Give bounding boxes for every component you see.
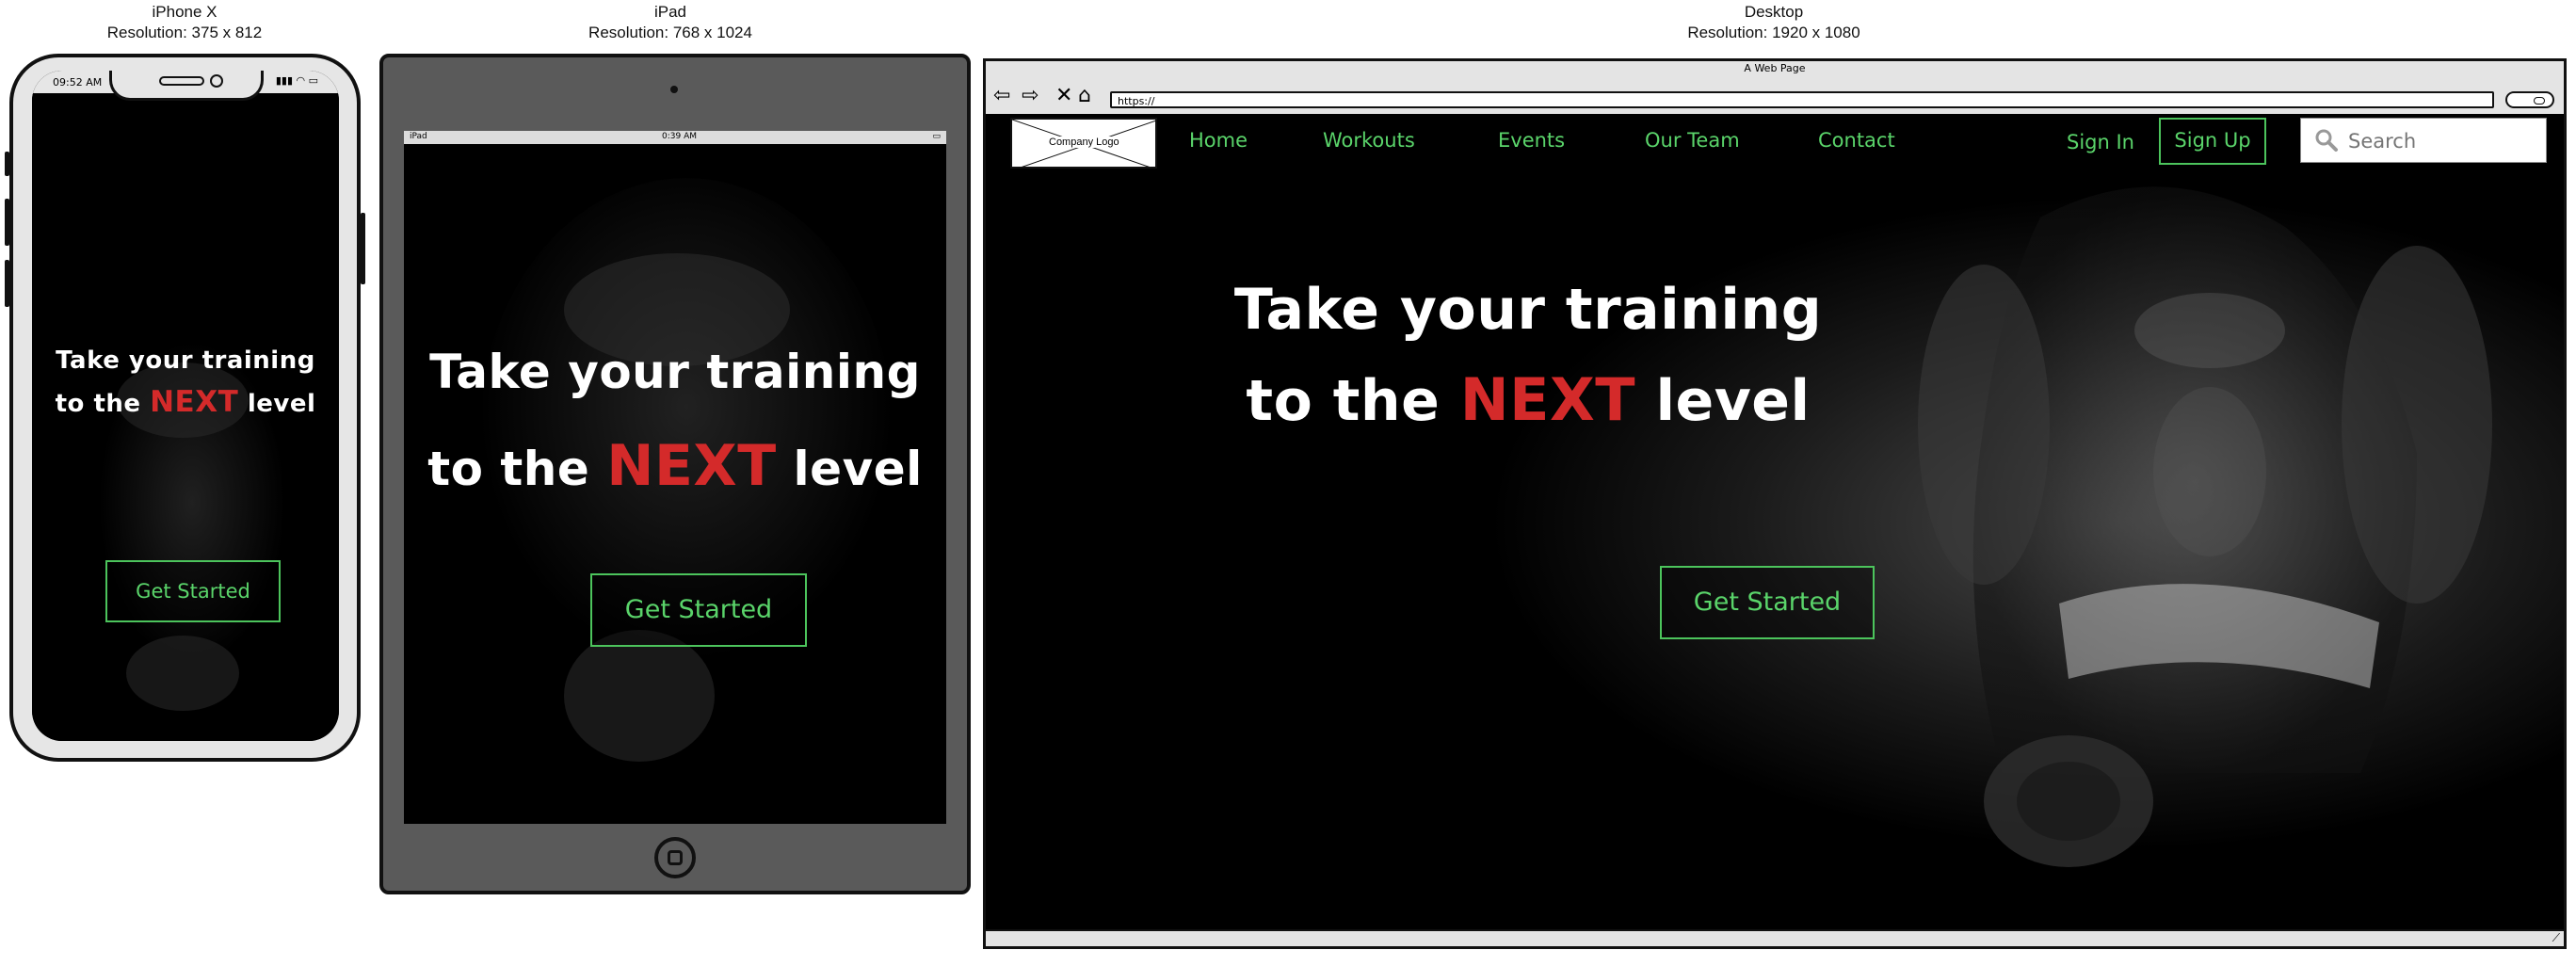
hero-line-2-suffix: level — [793, 442, 923, 496]
hero-next-highlight: NEXT — [150, 385, 239, 419]
hero-line-2-suffix: level — [247, 390, 316, 418]
ipad-screen: iPad 0:39 AM ▭ Take your training to the… — [404, 131, 946, 824]
desktop-viewport: Company Logo Home Workouts Events Our Te… — [986, 114, 2564, 931]
iphone-hero-headline: Take your training to the NEXT level — [32, 340, 339, 425]
resize-grip-icon[interactable]: ⟋ — [2552, 931, 2560, 945]
iphone-power-button — [361, 213, 365, 284]
search-icon — [2315, 129, 2338, 152]
athlete-image — [986, 114, 2564, 931]
ipad-status-bar: iPad 0:39 AM ▭ — [404, 131, 946, 144]
home-icon[interactable]: ⌂ — [1078, 86, 1091, 106]
close-icon[interactable]: ✕ — [1055, 86, 1072, 106]
iphone-device-name: iPhone X — [152, 3, 217, 21]
hero-line-2: to the NEXT level — [32, 381, 339, 425]
hero-line-2-prefix: to the — [427, 442, 590, 496]
hero-line-1: Take your training — [1233, 277, 1823, 343]
desktop-device-name: Desktop — [1744, 3, 1804, 21]
desktop-hero-headline: Take your training to the NEXT level — [986, 265, 2070, 446]
hero-line-2: to the NEXT level — [986, 355, 2070, 446]
ipad-resolution: Resolution: 768 x 1024 — [588, 24, 752, 41]
ipad-device-name: iPad — [653, 3, 687, 21]
ipad-camera-icon — [670, 86, 678, 93]
ipad-status-time: 0:39 AM — [662, 132, 697, 141]
forward-arrow-icon[interactable]: ⇨ — [1022, 86, 1038, 106]
get-started-button[interactable]: Get Started — [590, 573, 807, 647]
signal-wifi-battery-icon: ▮▮▮ ◠ ▭ — [275, 74, 318, 87]
sign-up-button[interactable]: Sign Up — [2159, 118, 2266, 165]
browser-menu-button[interactable] — [2505, 91, 2554, 108]
ipad-caption: iPad Resolution: 768 x 1024 — [576, 2, 765, 43]
desktop-browser-window: A Web Page ⇦ ⇨ ✕ ⌂ https:// Company Logo… — [983, 58, 2567, 949]
hero-next-highlight: NEXT — [1459, 365, 1636, 434]
search-box — [2300, 118, 2547, 163]
iphone-resolution: Resolution: 375 x 812 — [106, 24, 263, 41]
battery-icon: ▭ — [932, 132, 941, 141]
hero-next-highlight: NEXT — [606, 433, 777, 499]
site-navbar: Company Logo Home Workouts Events Our Te… — [986, 114, 2564, 170]
iphone-mute-switch — [5, 152, 9, 176]
ipad-home-button[interactable] — [654, 837, 696, 878]
nav-link-contact[interactable]: Contact — [1818, 129, 1895, 152]
hero-line-2: to the NEXT level — [404, 419, 946, 516]
ipad-frame: iPad 0:39 AM ▭ Take your training to the… — [379, 54, 971, 894]
desktop-caption: Desktop Resolution: 1920 x 1080 — [1680, 2, 1868, 43]
company-logo[interactable]: Company Logo — [1010, 118, 1157, 169]
iphone-screen: 09:52 AM ▮▮▮ ◠ ▭ Take your training to t… — [32, 71, 339, 741]
get-started-button[interactable]: Get Started — [1660, 566, 1875, 639]
nav-link-our-team[interactable]: Our Team — [1645, 129, 1740, 152]
address-bar[interactable]: https:// — [1110, 91, 2494, 108]
desktop-resolution: Resolution: 1920 x 1080 — [1687, 24, 1860, 41]
iphone-volume-down — [5, 260, 9, 307]
desktop-hero-image — [986, 114, 2564, 931]
nav-link-workouts[interactable]: Workouts — [1323, 129, 1415, 152]
hero-line-2-prefix: to the — [1246, 368, 1441, 434]
hero-line-2-suffix: level — [1655, 368, 1811, 434]
company-logo-label: Company Logo — [1046, 137, 1122, 148]
browser-status-bar: ⟋ — [986, 929, 2564, 946]
hero-line-1: Take your training — [56, 346, 315, 375]
get-started-button[interactable]: Get Started — [105, 560, 281, 622]
iphone-caption: iPhone X Resolution: 375 x 812 — [90, 2, 279, 43]
nav-link-events[interactable]: Events — [1498, 129, 1565, 152]
iphone-notch — [109, 71, 264, 101]
back-arrow-icon[interactable]: ⇦ — [993, 86, 1010, 106]
hero-line-2-prefix: to the — [55, 390, 141, 418]
search-input[interactable] — [2346, 126, 2538, 156]
speaker-icon — [159, 76, 204, 86]
ipad-hero-headline: Take your training to the NEXT level — [404, 325, 946, 516]
iphone-status-time: 09:52 AM — [53, 76, 103, 89]
iphone-frame: 09:52 AM ▮▮▮ ◠ ▭ Take your training to t… — [5, 54, 365, 762]
camera-icon — [210, 74, 223, 88]
hero-line-1: Take your training — [429, 345, 921, 399]
browser-toolbar: ⇦ ⇨ ✕ ⌂ https:// — [986, 76, 2564, 114]
ipad-status-carrier: iPad — [410, 132, 427, 141]
iphone-volume-up — [5, 199, 9, 246]
nav-link-home[interactable]: Home — [1189, 129, 1248, 152]
sign-in-link[interactable]: Sign In — [2067, 131, 2134, 153]
